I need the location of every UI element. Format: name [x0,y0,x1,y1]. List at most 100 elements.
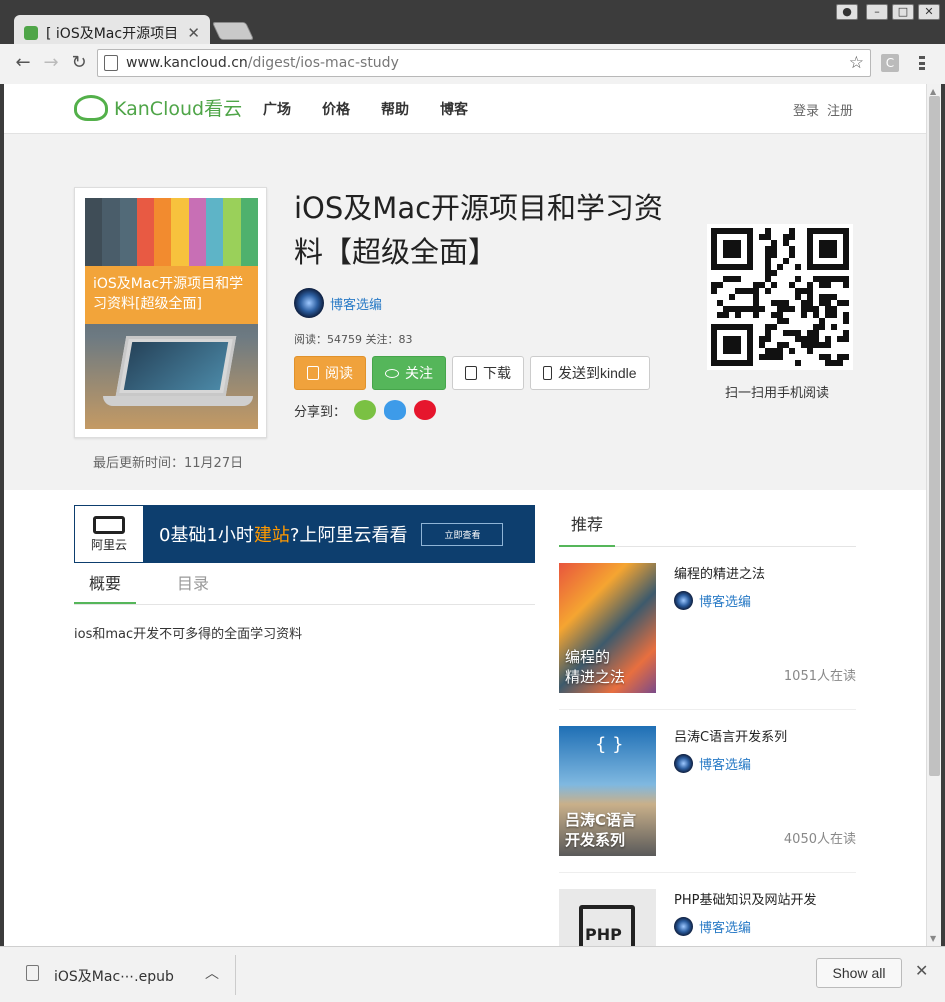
author-avatar [674,917,693,936]
browser-chrome: [ iOS及Mac开源项目 ✕ ● – □ ✕ ← → ↻ www.kanclo… [0,0,945,84]
nav-item-blog[interactable]: 博客 [440,99,468,119]
qr-code [707,224,853,370]
nav-item-help[interactable]: 帮助 [381,99,409,119]
reader-count: 4050人在读 [783,832,856,847]
close-window-button[interactable]: ✕ [918,4,940,20]
page-icon [104,55,118,71]
auth-links: 登录 注册 [793,100,853,119]
tab-title: [ iOS及Mac开源项目 [46,26,179,42]
browser-toolbar: ← → ↻ www.kancloud.cn/digest/ios-mac-stu… [0,44,945,84]
scroll-down-icon[interactable]: ▼ [930,934,936,943]
action-buttons: 阅读 关注 下载 发送到kindle [294,356,650,390]
favicon-icon [24,26,38,40]
tab-toc[interactable]: 目录 [162,565,224,604]
recommend-heading: 推荐 [559,505,616,547]
ad-text: 0基础1小时建站?上阿里云看看 [159,525,408,546]
download-shelf: iOS及Mac⋯.epub ︿ Show all ✕ [0,946,945,1002]
device-icon [543,366,552,380]
close-icon[interactable]: ✕ [915,961,928,980]
scroll-up-icon[interactable]: ▲ [930,87,936,96]
page-scrollbar[interactable]: ▲ ▼ [926,84,941,946]
list-item[interactable]: 编程的 精进之法 编程的精进之法 博客选编 1051人在读 [559,547,856,710]
rec-title[interactable]: 编程的精进之法 [674,563,765,582]
tab-strip: [ iOS及Mac开源项目 ✕ ● – □ ✕ [0,0,945,45]
share-label: 分享到： [294,404,347,420]
main-content: 阿里云 0基础1小时建站?上阿里云看看 立即查看 概要 目录 ios和mac开发… [4,490,926,946]
wechat-icon[interactable] [354,400,377,420]
minimize-button[interactable]: – [866,4,888,20]
book-cover: iOS及Mac开源项目和学习资料[超级全面] [85,198,258,429]
download-file-name[interactable]: iOS及Mac⋯.epub [54,966,174,986]
rec-cover[interactable]: { } 吕涛C语言 开发系列 [559,726,656,856]
maximize-button[interactable]: □ [892,4,914,20]
login-link[interactable]: 登录 [793,100,819,119]
reader-count: 1051人在读 [783,669,856,684]
register-link[interactable]: 注册 [827,100,853,119]
tab-summary[interactable]: 概要 [74,565,136,604]
page-viewport: KanCloud看云 广场 价格 帮助 博客 登录 注册 iOS及Mac开源项目… [4,84,926,946]
close-tab-icon[interactable]: ✕ [187,24,200,42]
weibo-icon[interactable] [414,400,437,420]
scrollbar-thumb[interactable] [929,96,940,776]
list-item[interactable]: PHP PHP基础知识及网站开发 博客选编 [559,873,856,946]
rec-cover[interactable]: PHP [559,889,656,946]
ad-cta-button[interactable]: 立即查看 [421,522,504,546]
author-name[interactable]: 博客选编 [330,294,382,313]
back-arrow-icon[interactable]: ← [12,52,34,74]
nav-item-plaza[interactable]: 广场 [263,99,291,119]
bookmark-star-icon[interactable]: ☆ [849,53,864,73]
book-summary: ios和mac开发不可多得的全面学习资料 [74,627,303,642]
qq-icon[interactable] [384,400,407,420]
user-icon[interactable]: ● [836,4,858,20]
chevron-up-icon[interactable]: ︿ [205,963,219,983]
book-icon [307,366,319,380]
download-icon [465,366,477,380]
download-button[interactable]: 下载 [452,356,524,390]
qr-label: 扫一扫用手机阅读 [725,386,830,401]
author-avatar [674,591,693,610]
site-header: KanCloud看云 广场 价格 帮助 博客 登录 注册 [4,84,926,134]
read-button[interactable]: 阅读 [294,356,366,390]
main-nav: 广场 价格 帮助 博客 [263,99,468,119]
rec-cover[interactable]: 编程的 精进之法 [559,563,656,693]
eye-icon [385,368,399,378]
book-hero: iOS及Mac开源项目和学习资料[超级全面] 最后更新时间：11月27日 iOS… [4,134,926,490]
aliyun-logo-icon [93,515,125,534]
share-row: 分享到： [294,400,437,420]
address-bar[interactable]: www.kancloud.cn/digest/ios-mac-study ☆ [97,49,871,77]
forward-arrow-icon[interactable]: → [40,52,62,74]
logo-text: KanCloud看云 [114,98,243,120]
content-tabs: 概要 目录 [74,565,535,605]
rec-title[interactable]: PHP基础知识及网站开发 [674,889,816,908]
reload-icon[interactable]: ↻ [68,52,90,74]
laptop-illustration [115,336,237,396]
browser-tab[interactable]: [ iOS及Mac开源项目 ✕ [14,15,210,45]
site-logo[interactable]: KanCloud看云 [74,94,242,121]
list-item[interactable]: { } 吕涛C语言 开发系列 吕涛C语言开发系列 博客选编 4050人在读 [559,710,856,873]
show-all-button[interactable]: Show all [816,958,902,988]
nav-item-pricing[interactable]: 价格 [322,99,350,119]
update-time: 最后更新时间：11月27日 [93,456,244,471]
book-title: iOS及Mac开源项目和学习资料【超级全面】 [294,191,664,269]
new-tab-button[interactable] [211,22,255,40]
book-stats: 阅读：54759 关注：83 [294,333,413,346]
author-avatar [294,288,324,318]
url-text: www.kancloud.cn/digest/ios-mac-study [126,55,399,71]
author-avatar [674,754,693,773]
file-icon [26,965,39,981]
menu-icon[interactable] [913,53,931,73]
aliyun-ad-banner[interactable]: 阿里云 0基础1小时建站?上阿里云看看 立即查看 [74,505,535,563]
rec-author[interactable]: 博客选编 [674,917,751,936]
extension-icon[interactable]: C [881,54,899,72]
aliyun-logo: 阿里云 [75,506,143,562]
rec-author[interactable]: 博客选编 [674,754,751,773]
rec-title[interactable]: 吕涛C语言开发系列 [674,726,787,745]
cloud-logo-icon [74,94,108,121]
author-row[interactable]: 博客选编 [294,288,382,318]
recommend-panel: 推荐 编程的 精进之法 编程的精进之法 博客选编 1051人在读 { } 吕涛C语… [559,505,856,946]
book-cover-card[interactable]: iOS及Mac开源项目和学习资料[超级全面] [74,187,267,438]
cover-title: iOS及Mac开源项目和学习资料[超级全面] [85,266,258,324]
send-to-kindle-button[interactable]: 发送到kindle [530,356,650,390]
rec-author[interactable]: 博客选编 [674,591,751,610]
follow-button[interactable]: 关注 [372,356,446,390]
